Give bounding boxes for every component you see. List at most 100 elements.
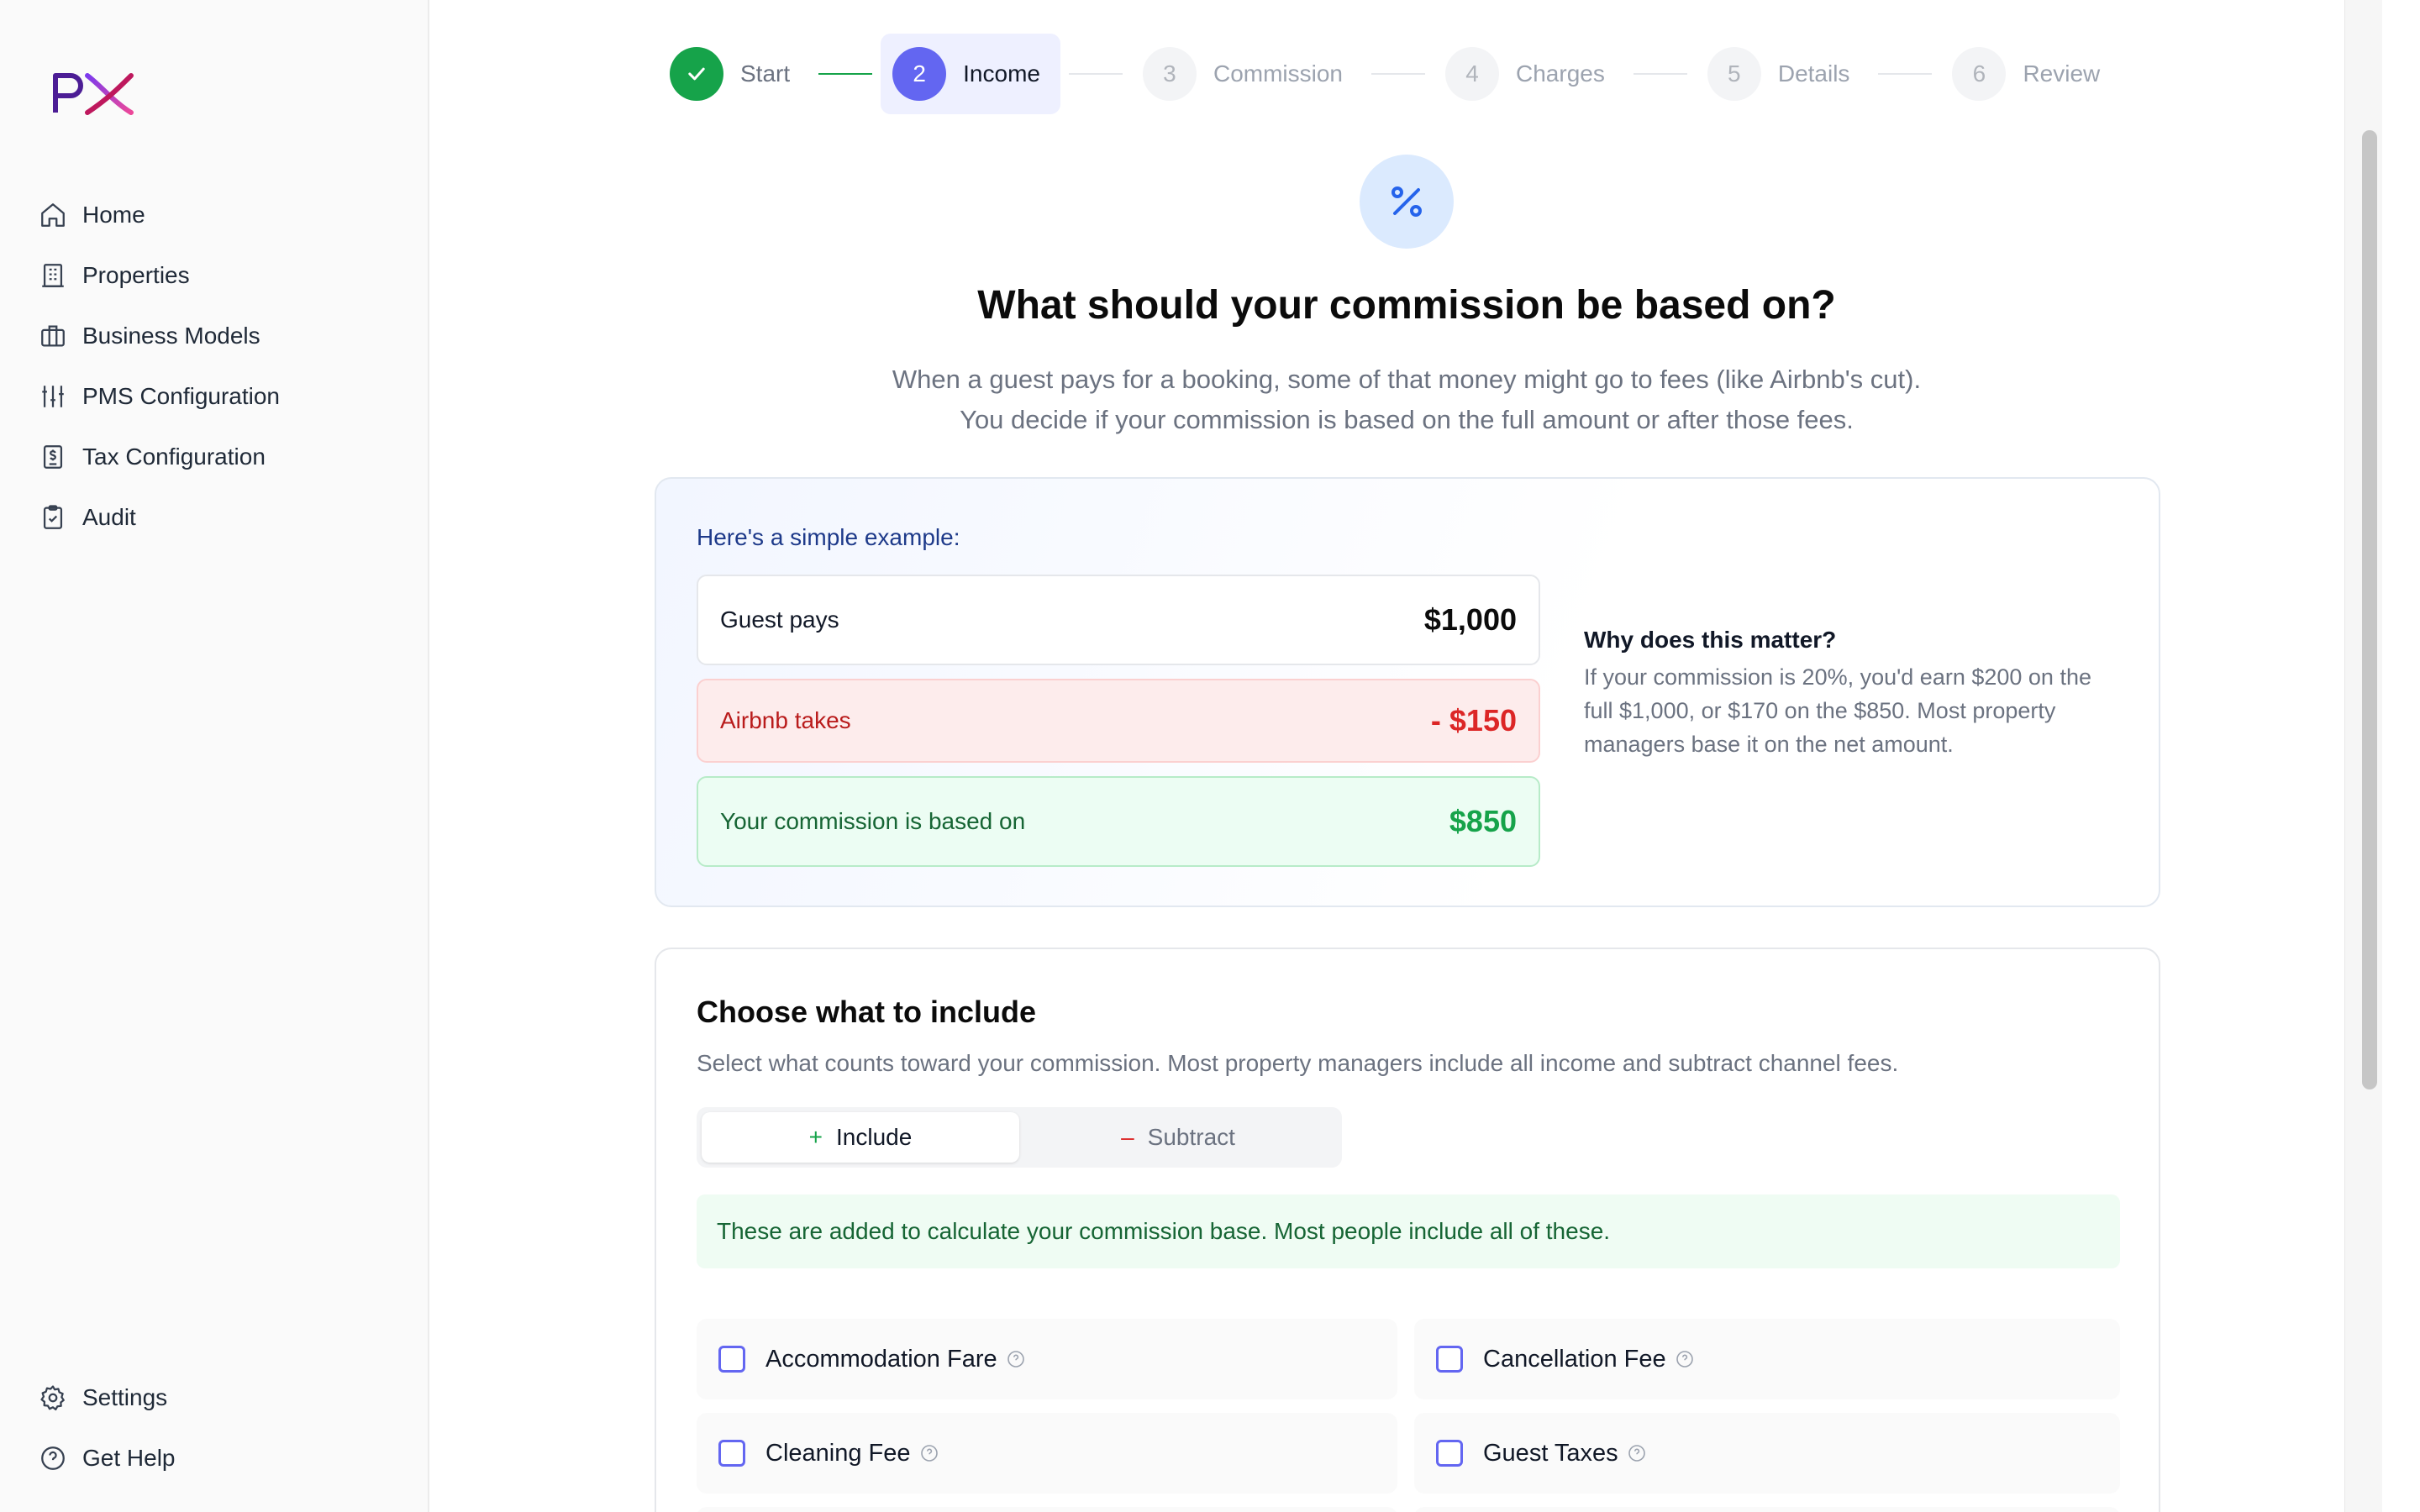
subtitle-line: When a guest pays for a booking, some of… — [892, 365, 1922, 394]
toggle-subtract-label: Subtract — [1147, 1124, 1235, 1150]
toggle-include-label: Include — [836, 1124, 913, 1150]
step-details[interactable]: 5 Details — [1696, 34, 1870, 114]
option-partially-visible[interactable] — [1414, 1507, 2120, 1512]
include-card: Choose what to include Select what count… — [655, 948, 2160, 1512]
option-label: Accommodation Fare — [765, 1345, 997, 1373]
step-connector — [1633, 73, 1687, 75]
sidebar-item-get-help[interactable]: Get Help — [0, 1428, 429, 1488]
scrollbar-track[interactable] — [2344, 0, 2382, 1512]
option-label: Guest Taxes — [1483, 1439, 1618, 1467]
step-number: 2 — [892, 47, 947, 101]
step-review[interactable]: 6 Review — [1940, 34, 2120, 114]
sidebar-item-pms-configuration[interactable]: PMS Configuration — [0, 366, 429, 427]
sidebar-item-label: Tax Configuration — [82, 444, 266, 470]
sidebar-item-business-models[interactable]: Business Models — [0, 306, 429, 366]
option-accommodation-fare[interactable]: Accommodation Fare — [697, 1319, 1397, 1399]
help-circle-icon — [41, 1446, 65, 1470]
sidebar-item-label: Home — [82, 202, 145, 228]
option-cleaning-fee[interactable]: Cleaning Fee — [697, 1413, 1397, 1494]
sidebar-item-label: Properties — [82, 262, 190, 288]
subtitle-line: You decide if your commission is based o… — [960, 405, 1854, 434]
sidebar-item-label: Settings — [82, 1384, 168, 1410]
help-icon[interactable] — [1627, 1443, 1647, 1463]
px-logo[interactable] — [52, 69, 136, 119]
sliders-icon — [42, 386, 64, 407]
step-connector — [1878, 73, 1933, 75]
sidebar-item-home[interactable]: Home — [0, 185, 429, 245]
receipt-icon — [43, 445, 63, 469]
airbnb-takes-row: Airbnb takes - $150 — [697, 679, 1540, 763]
toggle-include[interactable]: + Include — [702, 1112, 1019, 1163]
page-subtitle: When a guest pays for a booking, some of… — [431, 360, 2382, 440]
guest-pays-row: Guest pays $1,000 — [697, 575, 1540, 665]
check-icon — [688, 67, 705, 81]
commission-base-label: Your commission is based on — [720, 808, 1026, 834]
guest-pays-value: $1,000 — [1423, 602, 1517, 637]
help-icon[interactable] — [1675, 1349, 1695, 1369]
sidebar-item-properties[interactable]: Properties — [0, 245, 429, 306]
step-number: 3 — [1142, 47, 1197, 101]
step-status — [670, 47, 723, 101]
commission-base-value: $850 — [1449, 804, 1517, 838]
step-income[interactable]: 2 Income — [881, 34, 1060, 114]
step-connector — [818, 73, 873, 75]
step-number: 5 — [1707, 47, 1761, 101]
scrollbar-thumb[interactable] — [2362, 130, 2377, 1089]
airbnb-takes-label: Airbnb takes — [720, 707, 851, 733]
percent-icon — [1392, 186, 1422, 217]
gear-icon — [40, 1385, 65, 1411]
example-card: Here's a simple example: Guest pays $1,0… — [655, 477, 2160, 907]
building-icon — [42, 264, 64, 287]
sidebar-item-settings[interactable]: Settings — [0, 1368, 429, 1428]
step-charges[interactable]: 4 Charges — [1434, 34, 1625, 114]
why-title: Why does this matter? — [1584, 627, 1837, 653]
option-partially-visible[interactable] — [697, 1507, 1397, 1512]
sidebar-item-label: PMS Configuration — [82, 383, 281, 409]
hero-badge — [1360, 155, 1454, 249]
plus-icon: + — [808, 1124, 823, 1150]
option-cancellation-fee[interactable]: Cancellation Fee — [1414, 1319, 2120, 1399]
briefcase-icon — [41, 325, 65, 347]
checkbox[interactable] — [718, 1440, 745, 1467]
clipboard-check-icon — [43, 505, 63, 529]
sidebar-item-tax-configuration[interactable]: Tax Configuration — [0, 427, 429, 487]
step-label: Review — [2023, 60, 2101, 87]
sidebar: Home Properties Business Models PMS Conf… — [0, 0, 429, 1512]
step-connector — [1068, 73, 1123, 75]
step-commission[interactable]: 3 Commission — [1131, 34, 1363, 114]
wizard-stepper: Start 2 Income 3 Commission 4 Charges 5 … — [658, 34, 2120, 114]
option-label: Cleaning Fee — [765, 1439, 911, 1467]
option-label: Cancellation Fee — [1483, 1345, 1666, 1373]
include-title: Choose what to include — [697, 995, 1037, 1029]
main-content: Start 2 Income 3 Commission 4 Charges 5 … — [431, 0, 2382, 1512]
help-icon[interactable] — [919, 1443, 939, 1463]
sidebar-item-audit[interactable]: Audit — [0, 487, 429, 548]
checkbox[interactable] — [1436, 1346, 1463, 1373]
sidebar-item-label: Business Models — [82, 323, 260, 349]
home-icon — [41, 203, 65, 227]
example-heading: Here's a simple example: — [697, 524, 960, 550]
sidebar-item-label: Audit — [82, 504, 136, 530]
guest-pays-label: Guest pays — [720, 606, 839, 633]
commission-base-row: Your commission is based on $850 — [697, 776, 1540, 867]
toggle-subtract[interactable]: – Subtract — [1019, 1112, 1337, 1163]
sidebar-nav: Home Properties Business Models PMS Conf… — [0, 185, 429, 548]
checkbox[interactable] — [718, 1346, 745, 1373]
option-guest-taxes[interactable]: Guest Taxes — [1414, 1413, 2120, 1494]
include-subtitle: Select what counts toward your commissio… — [697, 1050, 1899, 1076]
airbnb-takes-value: - $150 — [1430, 703, 1517, 738]
step-label: Charges — [1516, 60, 1605, 87]
step-label: Start — [740, 60, 791, 87]
sidebar-item-label: Get Help — [82, 1445, 176, 1471]
step-label: Details — [1777, 60, 1850, 87]
why-text: If your commission is 20%, you'd earn $2… — [1584, 664, 2091, 757]
step-connector — [1371, 73, 1425, 75]
step-number: 6 — [1952, 47, 2007, 101]
step-label: Commission — [1213, 60, 1343, 87]
step-number: 4 — [1445, 47, 1499, 101]
sidebar-bottom-nav: Settings Get Help — [0, 1368, 429, 1488]
help-icon[interactable] — [1006, 1349, 1026, 1369]
minus-icon: – — [1121, 1124, 1134, 1150]
checkbox[interactable] — [1436, 1440, 1463, 1467]
step-start[interactable]: Start — [658, 34, 810, 114]
